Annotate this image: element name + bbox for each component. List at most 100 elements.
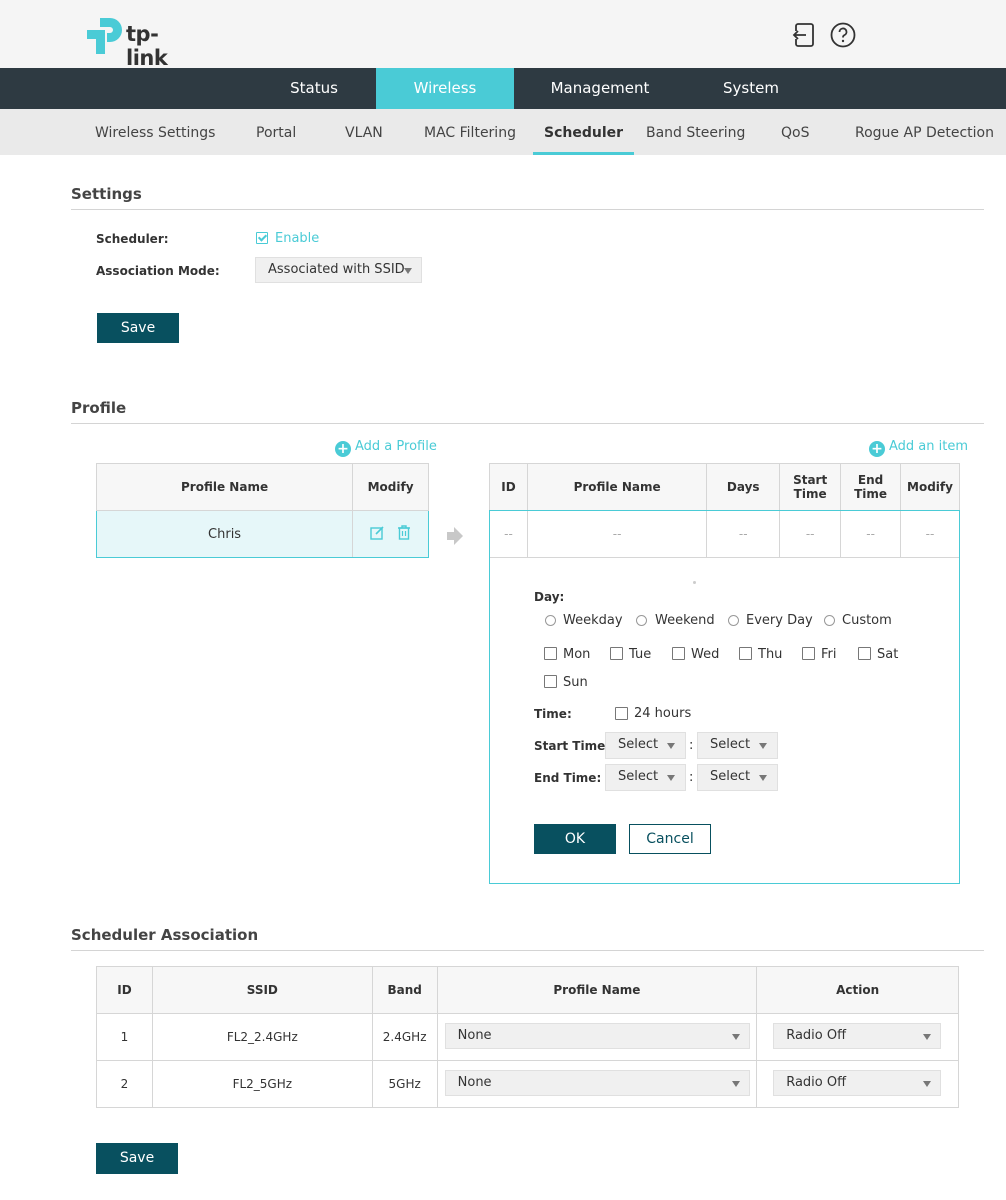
row-id: 1 xyxy=(96,1013,153,1061)
nav-management[interactable]: Management xyxy=(540,68,660,109)
start-time-label: Start Time: xyxy=(534,739,611,753)
checkbox-mon[interactable] xyxy=(544,647,557,660)
column-header: Profile Name xyxy=(436,966,758,1014)
tab-vlan[interactable]: VLAN xyxy=(345,109,383,155)
column-header: Modify xyxy=(352,463,429,511)
tab-portal[interactable]: Portal xyxy=(256,109,296,155)
brand-name: tp-link xyxy=(126,22,168,70)
radio-custom-label[interactable]: Custom xyxy=(842,613,892,628)
profile-name-value: None xyxy=(457,1028,492,1043)
tab-scheduler[interactable]: Scheduler xyxy=(532,109,635,155)
enable-label[interactable]: Enable xyxy=(275,231,319,246)
tp-link-logo-mark xyxy=(87,18,122,54)
column-header: ID xyxy=(489,463,528,511)
nav-wireless[interactable]: Wireless xyxy=(376,68,514,109)
add-profile-button[interactable]: + Add a Profile xyxy=(335,439,437,457)
checkbox-wed-label[interactable]: Wed xyxy=(691,647,719,662)
start-hour-select[interactable]: Select xyxy=(605,732,686,759)
profile-row[interactable]: Chris xyxy=(95,510,429,558)
checkbox-fri-label[interactable]: Fri xyxy=(821,647,837,662)
row-profile-cell: None xyxy=(436,1060,758,1108)
column-header: Band xyxy=(371,966,438,1014)
checkbox-tue-label[interactable]: Tue xyxy=(629,647,651,662)
association-mode-value: Associated with SSID xyxy=(268,262,405,277)
add-item-button[interactable]: + Add an item xyxy=(869,439,968,457)
time-separator: : xyxy=(689,770,694,785)
row-profile-cell: None xyxy=(436,1013,758,1061)
cancel-button[interactable]: Cancel xyxy=(629,824,711,854)
ok-button[interactable]: OK xyxy=(534,824,616,854)
checkbox-wed[interactable] xyxy=(672,647,685,660)
checkbox-24-hours-label[interactable]: 24 hours xyxy=(634,706,691,721)
row-band: 2.4GHz xyxy=(371,1013,438,1061)
profiles-table: Profile Name Modify Chris xyxy=(95,463,429,558)
checkbox-24-hours[interactable] xyxy=(615,707,628,720)
tab-wireless-settings[interactable]: Wireless Settings xyxy=(95,109,215,155)
nav-status[interactable]: Status xyxy=(278,68,350,109)
profile-name-select[interactable]: None xyxy=(444,1023,750,1049)
association-table: ID SSID Band Profile Name Action 1 FL2_2… xyxy=(96,966,959,1108)
checkbox-mon-label[interactable]: Mon xyxy=(563,647,590,662)
radio-weekday[interactable] xyxy=(545,615,556,626)
checkbox-sat-label[interactable]: Sat xyxy=(877,647,898,662)
checkbox-sun-label[interactable]: Sun xyxy=(563,675,588,690)
settings-save-button[interactable]: Save xyxy=(97,313,179,343)
chevron-down-icon xyxy=(667,743,675,749)
row-band: 5GHz xyxy=(371,1060,438,1108)
radio-weekend[interactable] xyxy=(636,615,647,626)
tab-band-steering[interactable]: Band Steering xyxy=(646,109,745,155)
association-mode-select[interactable]: Associated with SSID xyxy=(255,257,422,283)
column-header: ID xyxy=(96,966,153,1014)
association-save-button[interactable]: Save xyxy=(96,1143,178,1174)
tab-mac-filtering[interactable]: MAC Filtering xyxy=(424,109,516,155)
radio-every-day[interactable] xyxy=(728,615,739,626)
help-icon[interactable] xyxy=(830,22,856,48)
column-header: Profile Name xyxy=(526,463,708,511)
checkbox-fri[interactable] xyxy=(802,647,815,660)
radio-every-day-label[interactable]: Every Day xyxy=(746,613,813,628)
column-header: Start Time xyxy=(779,463,842,511)
table-row: 1 FL2_2.4GHz 2.4GHz None Radio Off xyxy=(96,1013,959,1061)
end-minute-select[interactable]: Select xyxy=(697,764,778,791)
profile-name-cell: Chris xyxy=(95,510,354,558)
profile-divider xyxy=(71,423,984,424)
logout-icon[interactable] xyxy=(791,22,815,48)
add-item-label: Add an item xyxy=(889,439,969,454)
tab-qos[interactable]: QoS xyxy=(781,109,809,155)
profile-title: Profile xyxy=(71,399,127,417)
checkbox-sun[interactable] xyxy=(544,675,557,688)
edit-icon[interactable] xyxy=(370,525,385,543)
arrow-right-icon xyxy=(447,527,463,549)
association-title: Scheduler Association xyxy=(71,926,259,944)
radio-weekend-label[interactable]: Weekend xyxy=(655,613,715,628)
chevron-down-icon xyxy=(923,1034,932,1040)
delete-icon[interactable] xyxy=(397,525,411,543)
action-select[interactable]: Radio Off xyxy=(773,1070,942,1096)
tp-link-logo[interactable]: tp-link xyxy=(86,16,196,70)
loading-dot xyxy=(693,581,696,584)
nav-system[interactable]: System xyxy=(712,68,790,109)
add-profile-label: Add a Profile xyxy=(355,439,437,454)
profile-name-select[interactable]: None xyxy=(444,1070,750,1096)
end-hour-select[interactable]: Select xyxy=(605,764,686,791)
checkbox-thu-label[interactable]: Thu xyxy=(758,647,782,662)
start-minute-select[interactable]: Select xyxy=(697,732,778,759)
chevron-down-icon xyxy=(759,743,767,749)
column-header: Days xyxy=(706,463,781,511)
enable-checkbox[interactable] xyxy=(256,232,268,244)
checkbox-sat[interactable] xyxy=(858,647,871,660)
checkbox-tue[interactable] xyxy=(610,647,623,660)
table-row: 2 FL2_5GHz 5GHz None Radio Off xyxy=(96,1060,959,1108)
radio-custom[interactable] xyxy=(824,615,835,626)
tab-rogue-ap-detection[interactable]: Rogue AP Detection xyxy=(855,109,994,155)
column-header: Profile Name xyxy=(95,463,354,511)
action-select[interactable]: Radio Off xyxy=(773,1023,942,1049)
checkbox-thu[interactable] xyxy=(739,647,752,660)
radio-weekday-label[interactable]: Weekday xyxy=(563,613,623,628)
time-label: Time: xyxy=(534,707,572,721)
sub-navigation: Wireless Settings Portal VLAN MAC Filter… xyxy=(0,109,1006,155)
association-mode-label: Association Mode: xyxy=(96,264,220,278)
association-divider xyxy=(71,950,984,951)
row-id: 2 xyxy=(96,1060,153,1108)
chevron-down-icon xyxy=(731,1034,740,1040)
